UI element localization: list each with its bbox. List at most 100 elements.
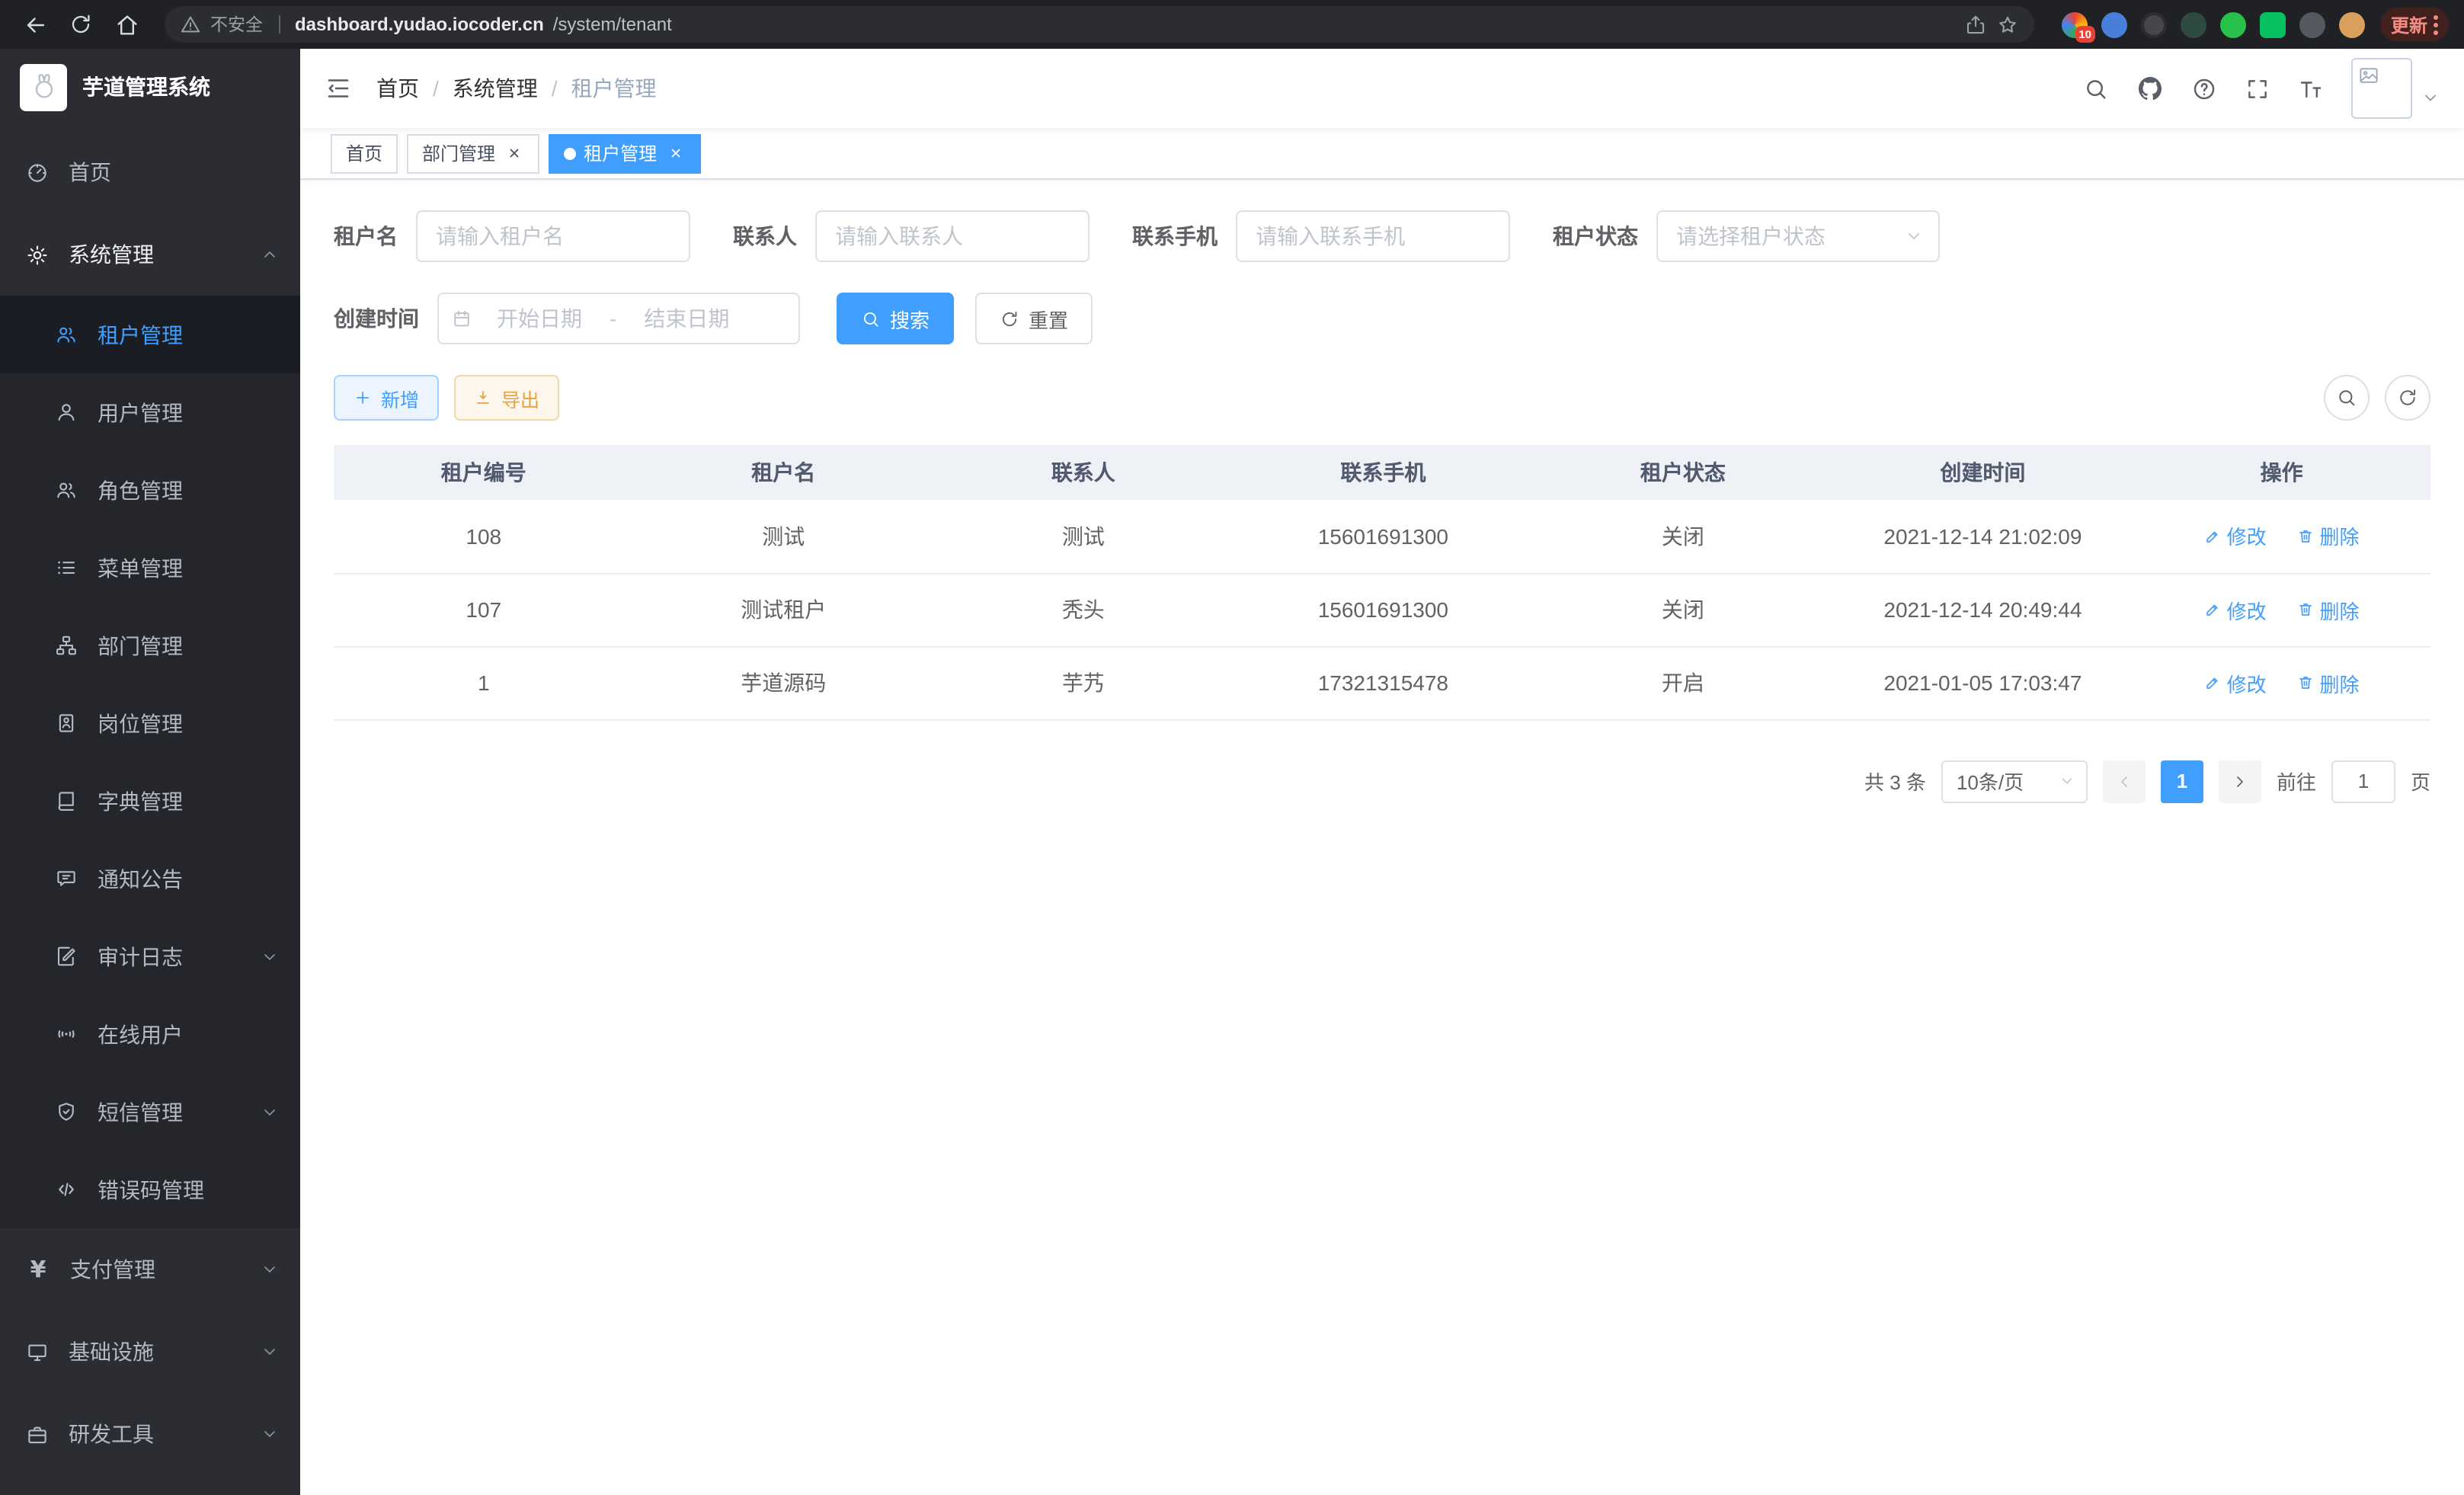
extension-icon[interactable]: 10 — [2062, 11, 2088, 37]
contact-input[interactable] — [815, 210, 1090, 262]
sidebar-item-tenant[interactable]: 租户管理 — [0, 296, 300, 373]
dashboard-icon — [26, 161, 49, 184]
chevron-right-icon — [2231, 772, 2249, 790]
address-bar[interactable]: 不安全 dashboard.yudao.iocoder.cn /system/t… — [165, 6, 2034, 43]
edit-link[interactable]: 修改 — [2204, 595, 2267, 624]
extension-icon[interactable] — [2141, 11, 2167, 37]
cell-status: 开启 — [1533, 646, 1833, 719]
sidebar-toggle-button[interactable] — [325, 75, 352, 102]
browser-back-button[interactable] — [15, 5, 55, 44]
tab-close-icon[interactable] — [503, 142, 524, 164]
avatar[interactable] — [2351, 58, 2412, 119]
cell-created: 2021-12-14 20:49:44 — [1833, 573, 2133, 646]
goto-page-input[interactable] — [2331, 760, 2395, 802]
browser-home-button[interactable] — [107, 5, 146, 44]
sidebar-logo[interactable]: 芋道管理系统 — [0, 49, 300, 125]
reset-button[interactable]: 重置 — [975, 293, 1093, 344]
start-date-input[interactable] — [475, 306, 603, 331]
search-button[interactable]: 搜索 — [837, 293, 954, 344]
sidebar-item-notice[interactable]: 通知公告 — [0, 840, 300, 917]
sidebar-item-dev-tools[interactable]: 研发工具 — [0, 1393, 300, 1475]
tab-home[interactable]: 首页 — [331, 133, 398, 173]
sidebar-item-audit-log[interactable]: 审计日志 — [0, 917, 300, 995]
tab-tenant[interactable]: 租户管理 — [549, 133, 701, 173]
sidebar-item-payment[interactable]: ¥ 支付管理 — [0, 1228, 300, 1311]
extension-icon[interactable] — [2181, 11, 2206, 37]
fullscreen-button[interactable] — [2245, 75, 2270, 101]
trash-icon — [2296, 600, 2315, 619]
help-button[interactable] — [2191, 75, 2217, 101]
reset-button-label: 重置 — [1029, 304, 1068, 333]
tags-view: 首页 部门管理 租户管理 — [300, 128, 2464, 180]
sidebar-item-user[interactable]: 用户管理 — [0, 373, 300, 451]
sidebar-item-label: 系统管理 — [69, 239, 154, 270]
screen: 不安全 dashboard.yudao.iocoder.cn /system/t… — [0, 0, 2464, 1495]
end-date-input[interactable] — [622, 306, 750, 331]
cell-phone: 17321315478 — [1234, 646, 1534, 719]
tab-close-icon[interactable] — [664, 142, 686, 164]
filter-status: 租户状态 请选择租户状态 — [1553, 210, 1940, 262]
breadcrumb: 首页 / 系统管理 / 租户管理 — [376, 73, 657, 104]
security-label[interactable]: 不安全 — [210, 12, 263, 37]
add-button[interactable]: 新增 — [334, 375, 439, 421]
sidebar-item-dept[interactable]: 部门管理 — [0, 607, 300, 684]
sidebar-item-dict[interactable]: 字典管理 — [0, 762, 300, 840]
hamburger-icon — [325, 75, 352, 102]
sidebar-item-role[interactable]: 角色管理 — [0, 451, 300, 529]
status-select[interactable]: 请选择租户状态 — [1656, 210, 1940, 262]
header-search-button[interactable] — [2083, 75, 2109, 101]
github-link[interactable] — [2136, 75, 2164, 102]
date-range-picker[interactable]: - — [437, 293, 800, 344]
edit-link[interactable]: 修改 — [2204, 668, 2267, 697]
next-page-button[interactable] — [2219, 760, 2261, 802]
sidebar-item-sms[interactable]: 短信管理 — [0, 1073, 300, 1151]
kebab-menu-icon[interactable] — [2434, 14, 2438, 34]
extension-icon[interactable] — [2299, 11, 2325, 37]
browser-update-button[interactable]: 更新 — [2380, 8, 2449, 41]
sidebar-item-error-code[interactable]: 错误码管理 — [0, 1151, 300, 1228]
page-size-label: 10条/页 — [1957, 767, 2024, 796]
url-host: dashboard.yudao.iocoder.cn — [295, 14, 544, 35]
refresh-icon — [2397, 387, 2418, 408]
page-size-select[interactable]: 10条/页 — [1941, 760, 2088, 802]
sidebar-item-label: 岗位管理 — [98, 708, 183, 738]
share-icon[interactable] — [1964, 13, 1987, 36]
delete-link[interactable]: 删除 — [2296, 595, 2359, 624]
extension-icon[interactable] — [2339, 11, 2365, 37]
breadcrumb-system[interactable]: 系统管理 — [453, 73, 538, 104]
refresh-table-button[interactable] — [2385, 375, 2430, 421]
toggle-search-button[interactable] — [2324, 375, 2370, 421]
export-button[interactable]: 导出 — [454, 375, 559, 421]
github-icon — [2136, 75, 2164, 102]
extension-icon[interactable] — [2101, 11, 2127, 37]
sidebar-item-infrastructure[interactable]: 基础设施 — [0, 1311, 300, 1393]
pagination-total: 共 3 条 — [1864, 767, 1926, 796]
page-unit-label: 页 — [2411, 767, 2430, 796]
tenant-name-input[interactable] — [416, 210, 690, 262]
browser-refresh-button[interactable] — [61, 5, 101, 44]
edit-link[interactable]: 修改 — [2204, 522, 2267, 551]
breadcrumb-home[interactable]: 首页 — [376, 73, 419, 104]
prev-page-button[interactable] — [2103, 760, 2146, 802]
sidebar-item-online-users[interactable]: 在线用户 — [0, 995, 300, 1073]
bookmark-star-icon[interactable] — [1996, 13, 2019, 36]
add-button-label: 新增 — [381, 383, 419, 412]
app-title: 芋道管理系统 — [82, 72, 210, 102]
sidebar-item-menu[interactable]: 菜单管理 — [0, 529, 300, 607]
page-number-button[interactable]: 1 — [2161, 760, 2203, 802]
sidebar-item-system[interactable]: 系统管理 — [0, 213, 300, 296]
delete-link[interactable]: 删除 — [2296, 668, 2359, 697]
extension-icon[interactable] — [2260, 11, 2286, 37]
font-size-button[interactable] — [2298, 75, 2324, 101]
cell-status: 关闭 — [1533, 573, 1833, 646]
sidebar-item-post[interactable]: 岗位管理 — [0, 684, 300, 762]
chevron-down-icon — [261, 947, 279, 965]
tab-dept[interactable]: 部门管理 — [407, 133, 539, 173]
extension-icon[interactable] — [2220, 11, 2246, 37]
phone-input[interactable] — [1236, 210, 1510, 262]
delete-link[interactable]: 删除 — [2296, 522, 2359, 551]
filter-phone: 联系手机 — [1132, 210, 1510, 262]
sidebar-item-home[interactable]: 首页 — [0, 131, 300, 213]
sidebar-item-label: 部门管理 — [98, 630, 183, 661]
user-avatar-dropdown[interactable] — [2351, 58, 2440, 119]
